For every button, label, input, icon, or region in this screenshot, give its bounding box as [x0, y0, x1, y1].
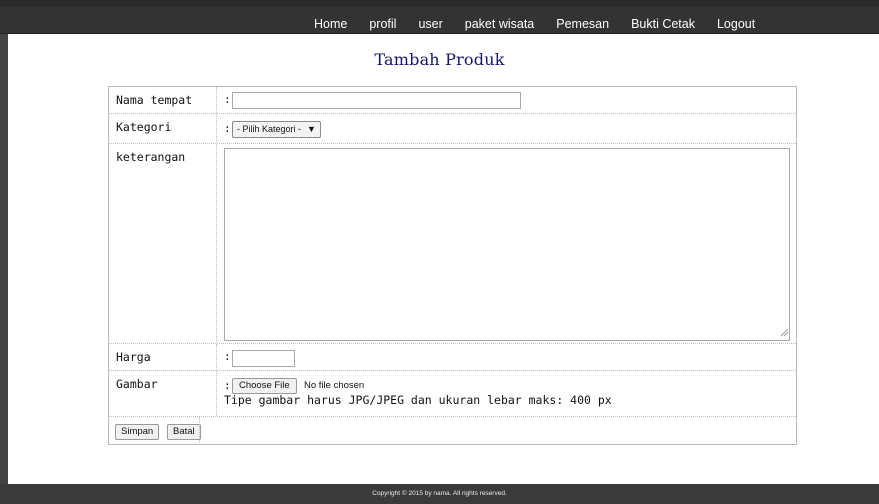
resize-grip-icon[interactable] — [780, 328, 789, 337]
colon: : — [224, 93, 231, 106]
choose-file-button[interactable]: Choose File — [232, 378, 297, 394]
page-title: Tambah Produk — [374, 50, 505, 69]
nav-home[interactable]: Home — [314, 17, 347, 31]
row-buttons: Simpan Batal — [109, 417, 796, 445]
image-hint: Tipe gambar harus JPG/JPEG dan ukuran le… — [224, 393, 612, 407]
chevron-down-icon: ▼ — [307, 124, 316, 134]
product-form: Nama tempat : Kategori : - Pilih Kategor… — [108, 86, 797, 445]
label-keterangan: keterangan — [109, 144, 217, 343]
nav-bukti-cetak[interactable]: Bukti Cetak — [631, 17, 695, 31]
colon: : — [224, 379, 231, 392]
nav-logout[interactable]: Logout — [717, 17, 755, 31]
row-keterangan: keterangan — [109, 144, 796, 344]
nav-paket-wisata[interactable]: paket wisata — [465, 17, 534, 31]
value-gambar: : Choose File No file chosen Tipe gambar… — [217, 371, 796, 416]
cancel-button[interactable]: Batal — [167, 424, 201, 440]
footer: Copyright © 2015 by nama. All rights res… — [0, 484, 879, 504]
label-nama-tempat: Nama tempat — [109, 87, 217, 113]
label-harga: Harga — [109, 344, 217, 370]
navbar-strip — [0, 0, 879, 6]
value-kategori: : - Pilih Kategori - ▼ — [217, 114, 796, 143]
nav-pemesan[interactable]: Pemesan — [556, 17, 609, 31]
footer-copyright: Copyright © 2015 by nama. All rights res… — [372, 490, 507, 497]
kategori-selected-label: - Pilih Kategori - — [237, 124, 302, 134]
colon: : — [224, 122, 231, 135]
main-nav: Home profil user paket wisata Pemesan Bu… — [314, 17, 777, 31]
row-nama-tempat: Nama tempat : — [109, 87, 796, 114]
row-gambar: Gambar : Choose File No file chosen Tipe… — [109, 371, 796, 417]
top-navbar: Home profil user paket wisata Pemesan Bu… — [0, 0, 879, 34]
save-button[interactable]: Simpan — [115, 424, 160, 440]
button-divider — [199, 417, 200, 445]
nav-profil[interactable]: profil — [369, 17, 396, 31]
value-nama-tempat: : — [217, 87, 796, 113]
harga-input[interactable] — [232, 350, 295, 367]
nama-tempat-input[interactable] — [232, 92, 521, 109]
colon: : — [224, 350, 231, 363]
value-harga: : — [217, 344, 796, 370]
nav-user[interactable]: user — [418, 17, 442, 31]
keterangan-textarea[interactable] — [224, 148, 790, 341]
row-harga: Harga : — [109, 344, 796, 371]
label-kategori: Kategori — [109, 114, 217, 143]
no-file-text: No file chosen — [304, 380, 365, 391]
row-kategori: Kategori : - Pilih Kategori - ▼ — [109, 114, 796, 144]
kategori-select[interactable]: - Pilih Kategori - ▼ — [232, 121, 321, 138]
label-gambar: Gambar — [109, 371, 217, 416]
